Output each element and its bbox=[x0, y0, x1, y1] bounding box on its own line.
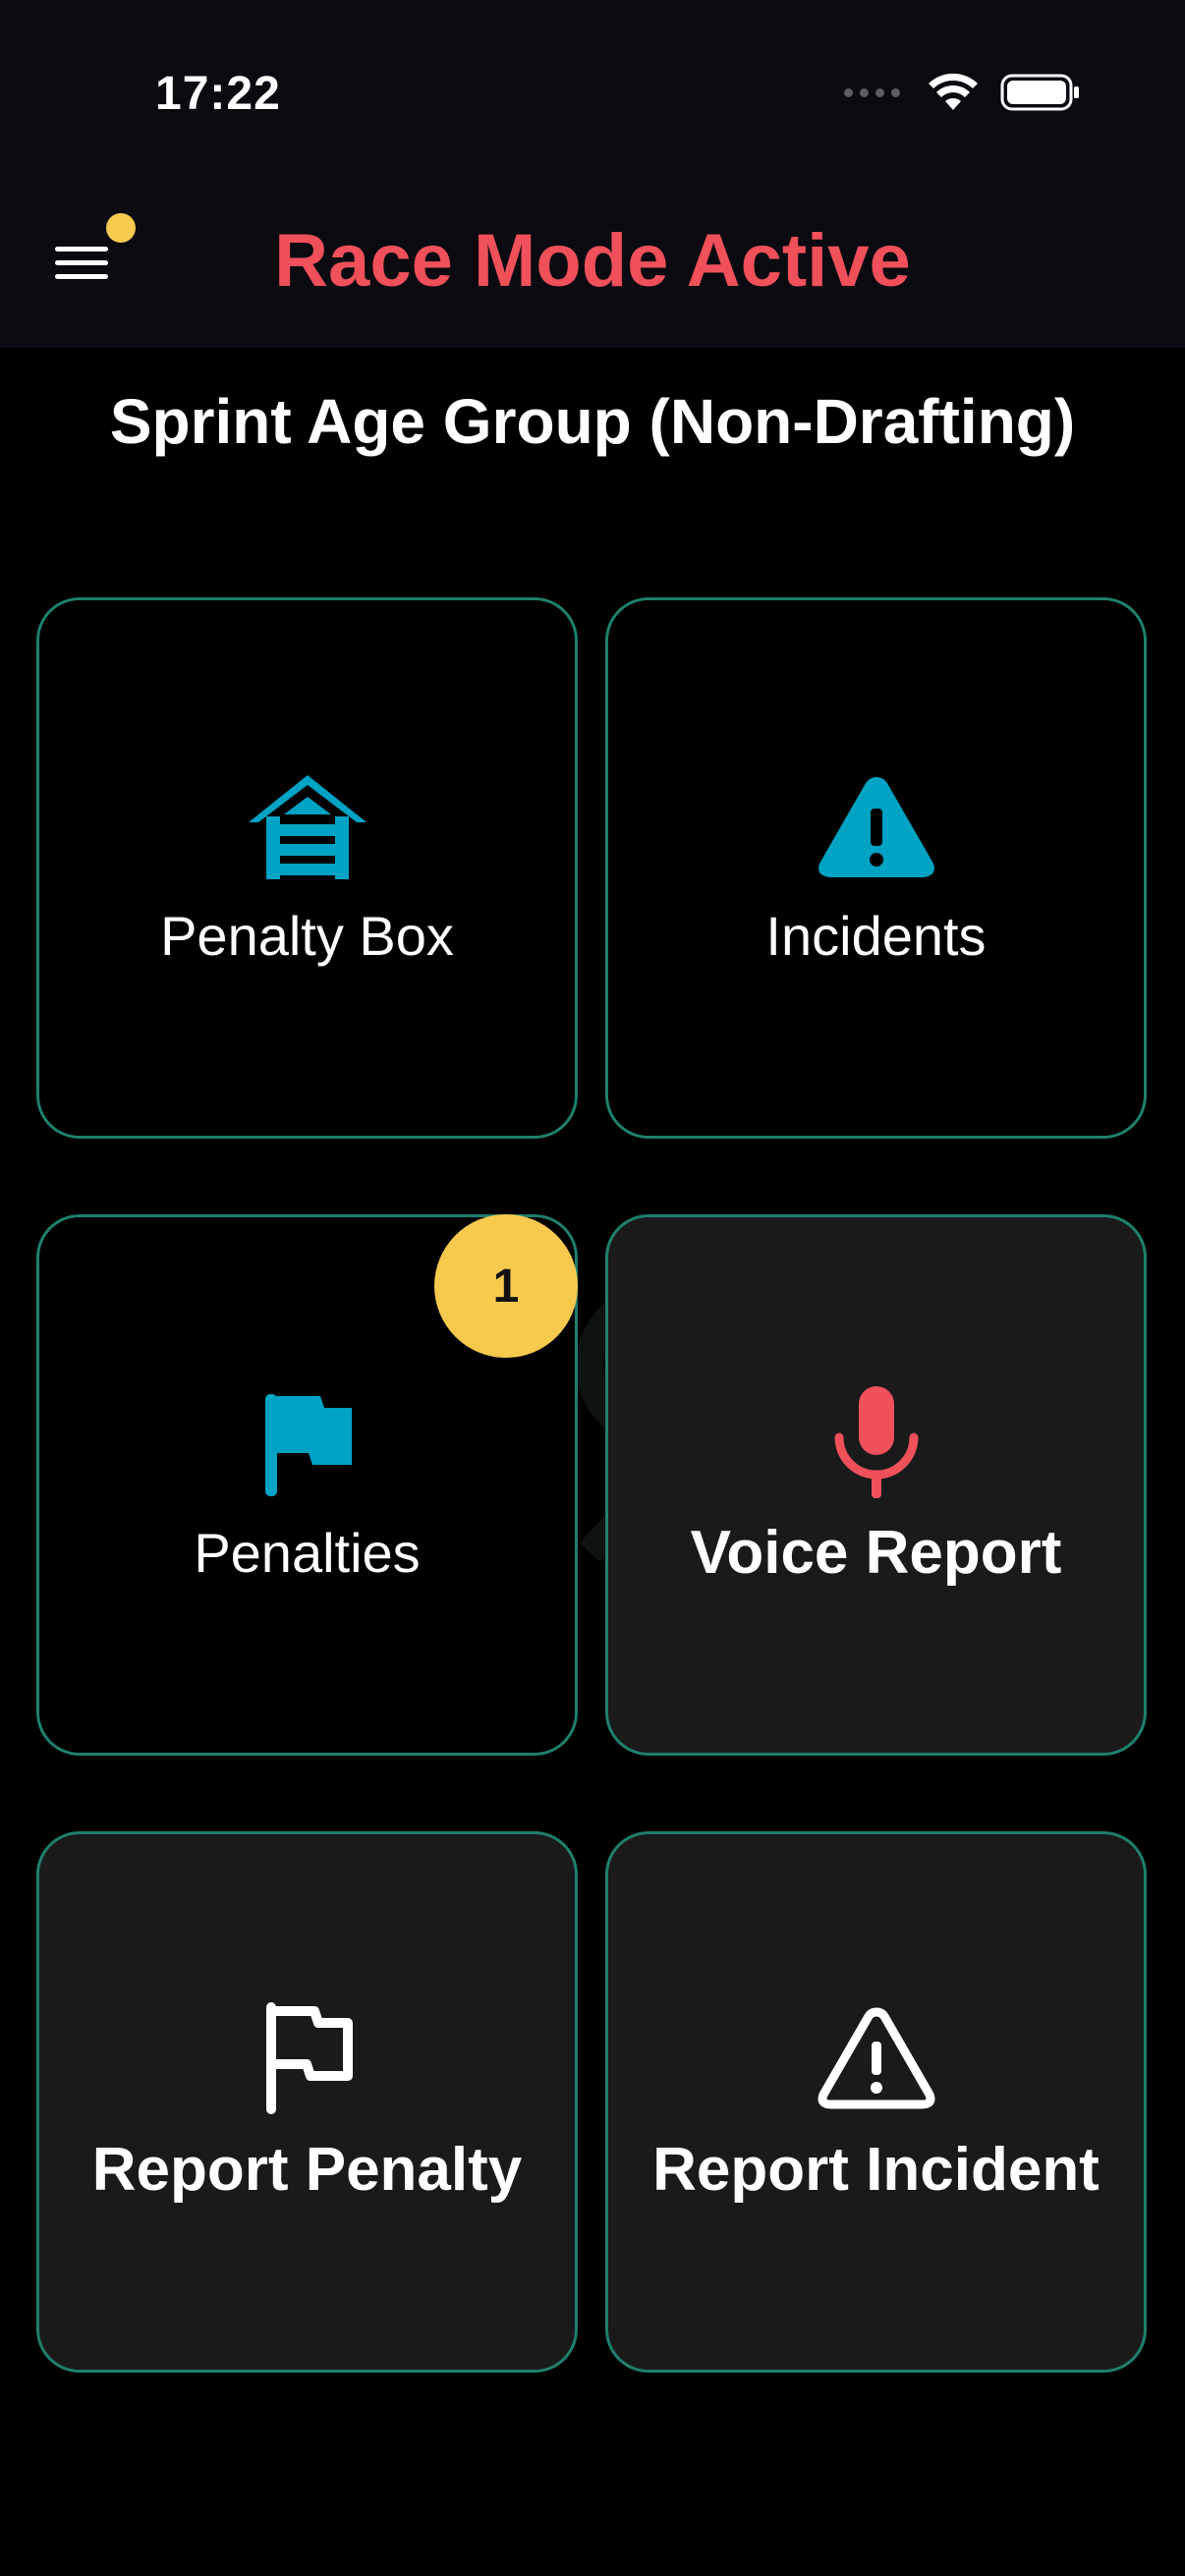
event-name: Sprint Age Group (Non-Drafting) bbox=[109, 386, 1076, 457]
status-icons bbox=[844, 73, 1081, 112]
report-penalty-label: Report Penalty bbox=[91, 2136, 523, 2204]
flag-icon bbox=[244, 1385, 371, 1503]
penalties-label: Penalties bbox=[194, 1522, 421, 1584]
warning-triangle-outline-icon bbox=[813, 1999, 940, 2117]
voice-report-tile[interactable]: Voice Report bbox=[605, 1214, 1147, 1756]
penalty-box-label: Penalty Box bbox=[160, 905, 454, 967]
warning-triangle-icon bbox=[813, 768, 940, 886]
wifi-icon bbox=[929, 73, 978, 110]
report-penalty-tile[interactable]: Report Penalty bbox=[36, 1831, 578, 2373]
top-bar: 17:22 Race Mode Active bbox=[0, 0, 1185, 348]
incidents-tile[interactable]: Incidents bbox=[605, 597, 1147, 1139]
microphone-icon bbox=[813, 1382, 940, 1500]
penalties-count-badge: 1 bbox=[434, 1214, 578, 1358]
battery-icon bbox=[1000, 74, 1079, 111]
page-title: Race Mode Active bbox=[274, 219, 911, 303]
flag-outline-icon bbox=[244, 1999, 371, 2117]
report-incident-label: Report Incident bbox=[652, 2136, 1100, 2204]
penalty-box-icon bbox=[244, 768, 371, 886]
penalty-box-tile[interactable]: Penalty Box bbox=[36, 597, 578, 1139]
voice-report-label: Voice Report bbox=[690, 1519, 1062, 1587]
incidents-label: Incidents bbox=[765, 905, 987, 967]
status-time: 17:22 bbox=[155, 68, 281, 120]
report-incident-tile[interactable]: Report Incident bbox=[605, 1831, 1147, 2373]
cellular-signal-icon bbox=[844, 87, 900, 97]
